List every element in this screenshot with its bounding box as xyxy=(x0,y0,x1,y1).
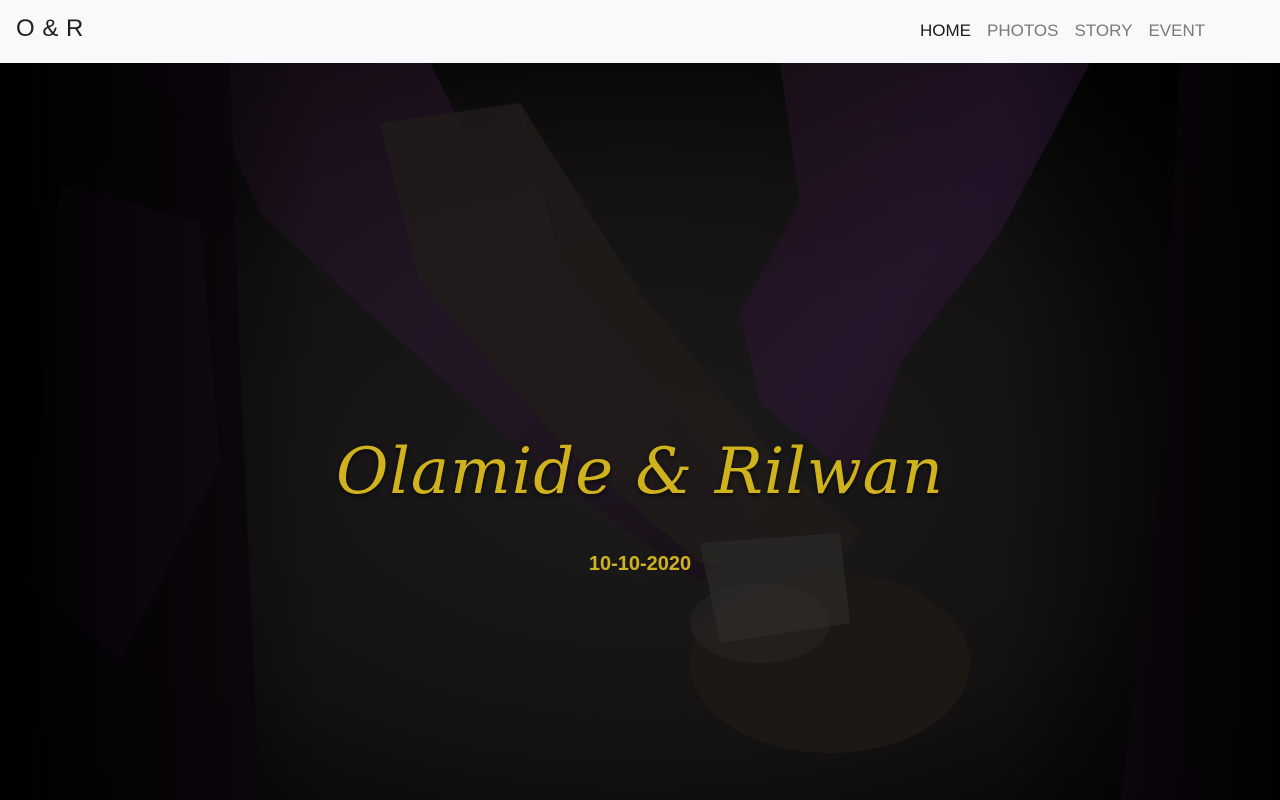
couple-names-title: Olamide & Rilwan xyxy=(335,435,945,509)
nav-links: HOME PHOTOS STORY EVENT xyxy=(912,21,1213,41)
hero-section: Olamide & Rilwan 10-10-2020 xyxy=(0,63,1280,800)
brand-logo[interactable]: O & R xyxy=(16,15,84,43)
nav-link-story[interactable]: STORY xyxy=(1066,21,1140,41)
nav-link-event[interactable]: EVENT xyxy=(1140,21,1213,41)
nav-link-photos[interactable]: PHOTOS xyxy=(979,21,1066,41)
wedding-date: 10-10-2020 xyxy=(588,553,692,575)
top-navbar: O & R HOME PHOTOS STORY EVENT xyxy=(0,0,1280,63)
hero-content: Olamide & Rilwan 10-10-2020 xyxy=(0,63,1280,800)
nav-link-home[interactable]: HOME xyxy=(912,21,979,41)
